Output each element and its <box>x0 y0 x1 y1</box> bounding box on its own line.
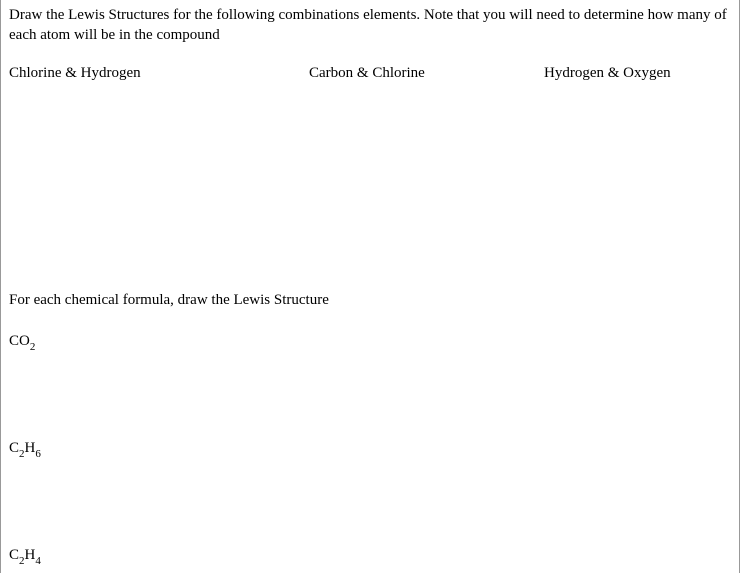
combination-1: Chlorine & Hydrogen <box>9 65 309 82</box>
formula-text: C <box>9 547 19 563</box>
combination-3: Hydrogen & Oxygen <box>544 65 731 82</box>
formula-subscript: 2 <box>30 341 36 353</box>
section1-prompt: Draw the Lewis Structures for the follow… <box>9 6 731 45</box>
formula-subscript: 2 <box>19 555 25 567</box>
worksheet-page: Draw the Lewis Structures for the follow… <box>0 0 740 573</box>
formula-text: C <box>9 440 19 456</box>
formula-subscript: 2 <box>19 448 25 460</box>
combination-2: Carbon & Chlorine <box>309 65 544 82</box>
formula-c2h6: C2H6 <box>9 440 731 459</box>
formula-c2h4: C2H4 <box>9 547 731 566</box>
formula-subscript: 4 <box>35 555 41 567</box>
formula-co2: CO2 <box>9 333 731 352</box>
formula-text: H <box>25 440 36 456</box>
element-combinations-row: Chlorine & Hydrogen Carbon & Chlorine Hy… <box>9 65 731 82</box>
formula-subscript: 6 <box>35 448 41 460</box>
section2-prompt: For each chemical formula, draw the Lewi… <box>9 292 731 309</box>
formula-text: H <box>25 547 36 563</box>
formula-text: CO <box>9 333 30 349</box>
